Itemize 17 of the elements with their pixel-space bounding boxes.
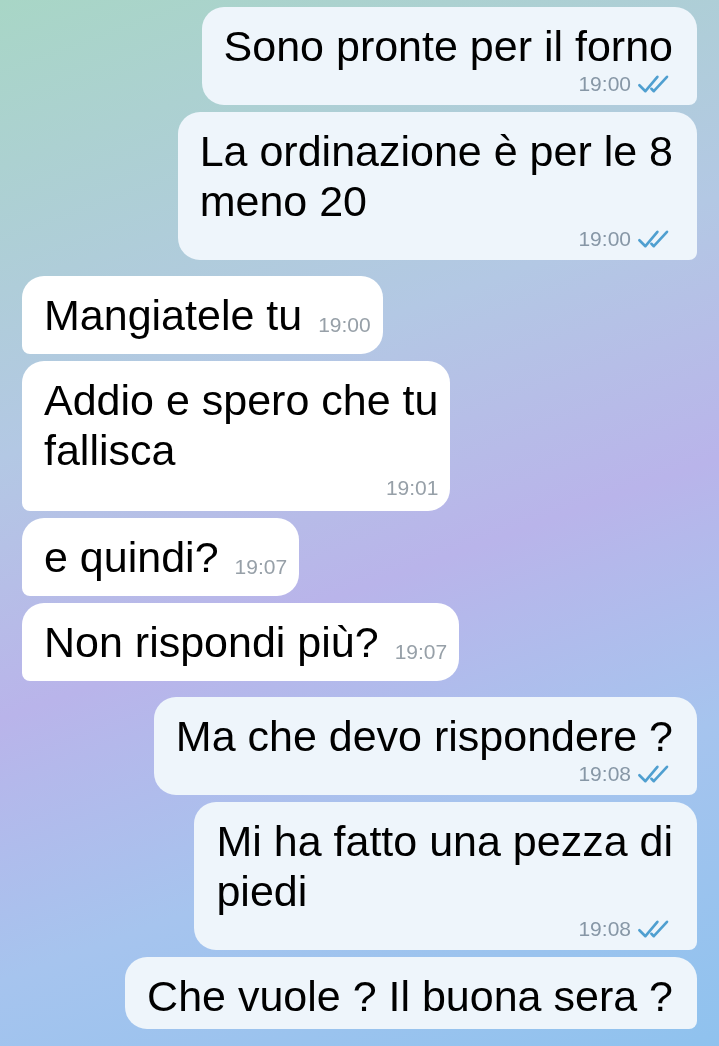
message-time: 19:00 [578,226,631,252]
message-time: 19:00 [318,312,371,338]
message-text: La ordinazione è per le 8 meno 20 [199,126,673,226]
message-text: Mangiatele tu [44,290,303,340]
message-text: Sono pronte per il forno [223,21,673,71]
message-text: Non rispondi più? [44,617,379,667]
message-text: Addio e spero che tu fallisca [44,375,439,475]
message-time: 19:01 [385,475,439,501]
message-time: 19:07 [234,554,288,580]
message-text: Mi ha fatto una pezza di piedi [216,816,673,916]
message-time: 19:00 [578,71,631,97]
message-time: 19:08 [578,916,631,942]
message-text: Che vuole ? Il buona sera ? [147,971,673,1021]
message-time: 19:08 [578,761,631,787]
message-text: e quindi? [44,532,219,582]
message-time: 19:07 [394,639,448,665]
message-text: Ma che devo rispondere ? [175,711,673,761]
